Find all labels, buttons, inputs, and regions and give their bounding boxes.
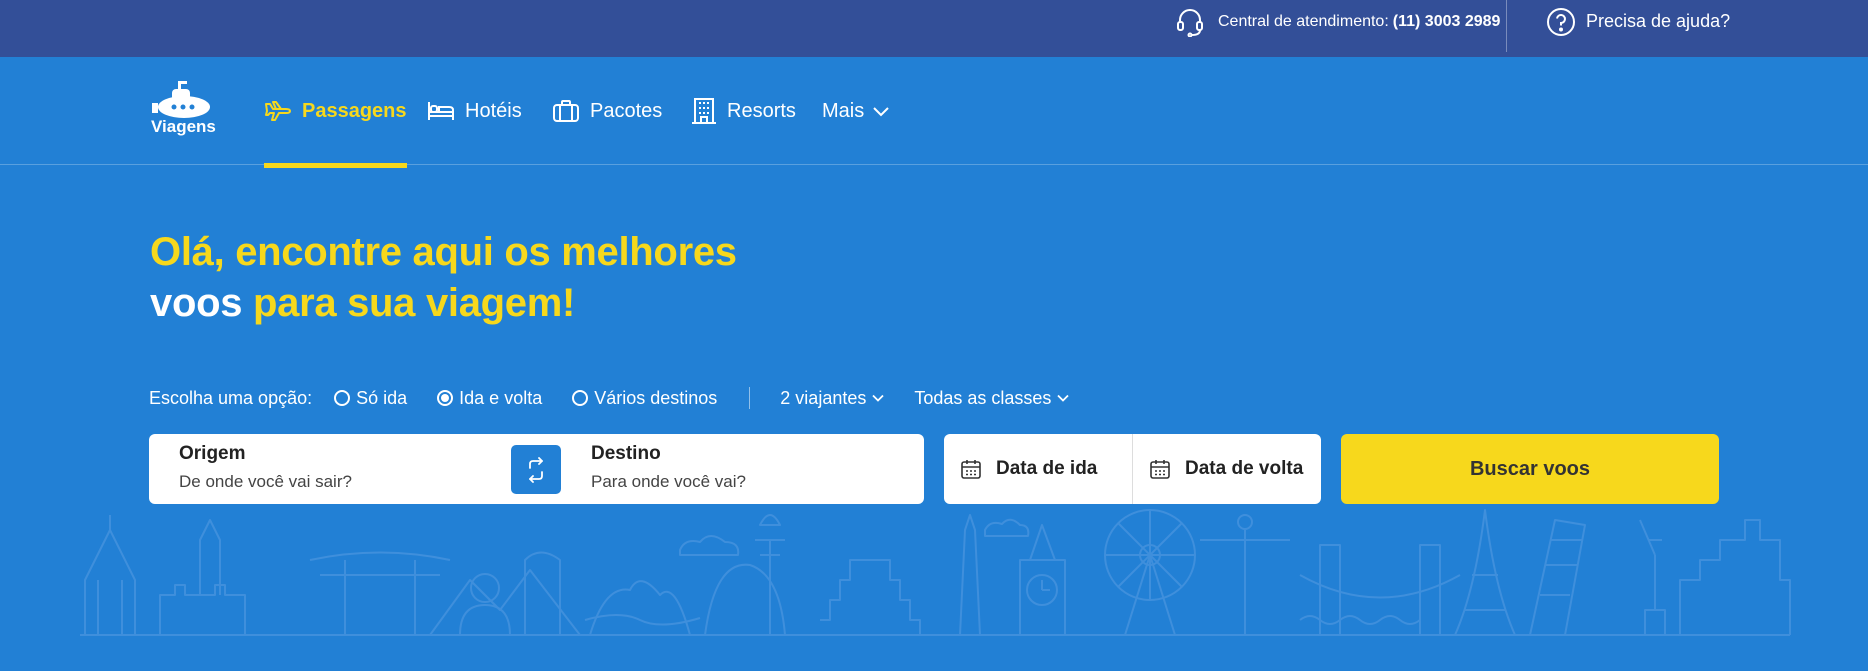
departure-date-label: Data de ida [996,458,1098,479]
swap-origin-destination-button[interactable] [511,445,561,494]
chevron-down-icon [1057,394,1070,402]
question-circle-icon [1547,7,1575,36]
calendar-icon [1150,460,1170,479]
headline-line-1: Olá, encontre aqui os melhores [150,230,737,274]
options-divider [749,387,751,409]
origin-input[interactable] [179,472,499,492]
radio-dot [437,390,454,406]
headline-white-word: voos [150,281,243,325]
radio-label: Ida e volta [459,387,543,408]
departure-date-field[interactable]: Data de ida [960,434,1097,504]
support-contact[interactable]: Central de atendimento: (11) 3003 2989 [1176,0,1500,43]
nav-item-passagens[interactable]: Passagens [264,57,407,168]
building-icon [692,98,716,124]
cabin-class-value: Todas as classes [914,387,1052,408]
return-date-field[interactable]: Data de volta [1149,434,1303,504]
travelers-value: 2 viajantes [780,387,867,408]
origin-destination-box: Origem Destino [149,434,924,504]
topbar-divider [1506,0,1507,52]
search-flights-button[interactable]: Buscar voos [1341,434,1719,504]
nav-item-resorts[interactable]: Resorts [691,57,796,165]
support-phone[interactable]: (11) 3003 2989 [1393,13,1501,31]
nav-label: Resorts [727,99,796,122]
nav-label: Mais [822,99,865,122]
chevron-down-icon [872,394,884,402]
nav-label: Pacotes [590,99,663,122]
radio-label: Vários destinos [594,387,718,408]
nav-item-hoteis[interactable]: Hotéis [427,57,522,165]
dates-divider [1132,434,1133,504]
chevron-down-icon [873,107,889,117]
return-date-label: Data de volta [1185,458,1304,479]
nav-label: Passagens [302,99,407,122]
airplane-icon [265,101,291,121]
brand-logo[interactable]: Viagens [150,79,220,139]
trip-options-label: Escolha uma opção: [149,387,313,408]
skyline-illustration [80,509,1791,636]
radio-multi-city[interactable]: Vários destinos [572,388,717,409]
nav-label: Hotéis [465,99,522,122]
trip-options: Escolha uma opção: Só ida Ida e volta Vá… [149,382,1099,414]
radio-dot [572,390,589,406]
top-utility-bar: Central de atendimento: (11) 3003 2989 P… [0,0,1868,57]
help-label: Precisa de ajuda? [1586,11,1731,31]
swap-arrows-icon [529,456,543,483]
suitcase-icon [553,100,579,122]
radio-one-way[interactable]: Só ida [334,388,407,409]
nav-item-mais[interactable]: Mais [822,57,890,165]
headline-line-2: para sua viagem! [253,281,576,325]
destination-input[interactable] [591,472,911,492]
radio-label: Só ida [356,387,408,408]
support-label: Central de atendimento: [1218,12,1389,30]
radio-dot [334,390,351,406]
main-navigation: Viagens Passagens Hotéis Pacotes Resorts… [0,57,1868,168]
cabin-class-dropdown[interactable]: Todas as classes [914,387,1070,409]
radio-round-trip[interactable]: Ida e volta [437,388,542,409]
nav-item-pacotes[interactable]: Pacotes [552,57,662,165]
destination-title: Destino [591,443,661,464]
origin-title: Origem [179,443,246,464]
page-headline: Olá, encontre aqui os melhores voos para… [150,227,737,329]
headset-icon [1177,8,1203,37]
calendar-icon [961,460,981,479]
brand-logo-text: Viagens [151,117,216,136]
bed-icon [428,102,454,120]
help-link[interactable]: Precisa de ajuda? [1546,0,1730,43]
dates-box: Data de ida Data de volta [944,434,1321,504]
travelers-dropdown[interactable]: 2 viajantes [780,388,884,409]
